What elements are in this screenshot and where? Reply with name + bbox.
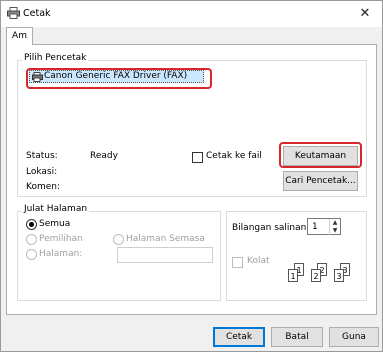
close-icon: ✕ — [359, 5, 371, 21]
range-selection-radio[interactable] — [26, 234, 37, 245]
close-button[interactable]: ✕ — [350, 1, 380, 25]
range-all-label[interactable]: Semua — [39, 219, 70, 229]
range-all-radio[interactable] — [26, 219, 37, 230]
print-dialog: Cetak ✕ Am Pilih Pencetak Canon Generic … — [0, 0, 383, 352]
print-to-file-label[interactable]: Cetak ke fail — [206, 151, 262, 161]
tab-general-label: Am — [12, 31, 27, 41]
collate-page-2b: 2 — [311, 269, 321, 282]
printer-highlight-box — [26, 68, 212, 89]
location-label: Lokasi: — [26, 167, 58, 177]
spin-up-icon[interactable]: ▲ — [329, 219, 340, 227]
find-printer-button[interactable]: Cari Pencetak... — [283, 171, 358, 191]
status-label: Status: — [26, 151, 58, 161]
range-current-page-radio[interactable] — [113, 234, 124, 245]
find-printer-button-label: Cari Pencetak... — [285, 176, 356, 186]
range-pages-label[interactable]: Halaman: — [39, 249, 82, 259]
tab-general[interactable]: Am — [6, 27, 33, 45]
range-current-page-label[interactable]: Halaman Semasa — [126, 234, 205, 244]
print-button[interactable]: Cetak — [213, 327, 265, 347]
cancel-button[interactable]: Batal — [271, 327, 323, 347]
title-bar: Cetak ✕ — [1, 1, 382, 27]
printer-icon — [7, 7, 20, 19]
copies-spinner[interactable]: 1 ▲ ▼ — [307, 218, 341, 235]
collate-page-3b: 3 — [334, 269, 344, 282]
collate-checkbox[interactable] — [232, 257, 243, 268]
print-button-label: Cetak — [225, 332, 253, 342]
window-title: Cetak — [23, 8, 51, 19]
collate-page-1b: 1 — [288, 269, 298, 282]
page-range-group-title: Julat Halaman — [22, 204, 90, 214]
range-pages-radio[interactable] — [26, 249, 37, 260]
cancel-button-label: Batal — [285, 332, 309, 342]
collate-label[interactable]: Kolat — [247, 256, 270, 266]
comment-label: Komen: — [26, 182, 61, 192]
copies-label: Bilangan salinan: — [232, 223, 310, 233]
apply-button[interactable]: Guna — [329, 327, 379, 347]
pages-input[interactable] — [117, 247, 213, 263]
apply-button-label: Guna — [342, 332, 366, 342]
range-selection-label[interactable]: Pemilihan — [39, 234, 83, 244]
copies-value: 1 — [312, 222, 318, 232]
status-value: Ready — [90, 151, 118, 161]
spin-down-icon[interactable]: ▼ — [329, 227, 340, 235]
printer-group-title: Pilih Pencetak — [22, 53, 89, 63]
print-to-file-checkbox[interactable] — [192, 152, 203, 163]
preferences-highlight-box — [279, 142, 362, 168]
